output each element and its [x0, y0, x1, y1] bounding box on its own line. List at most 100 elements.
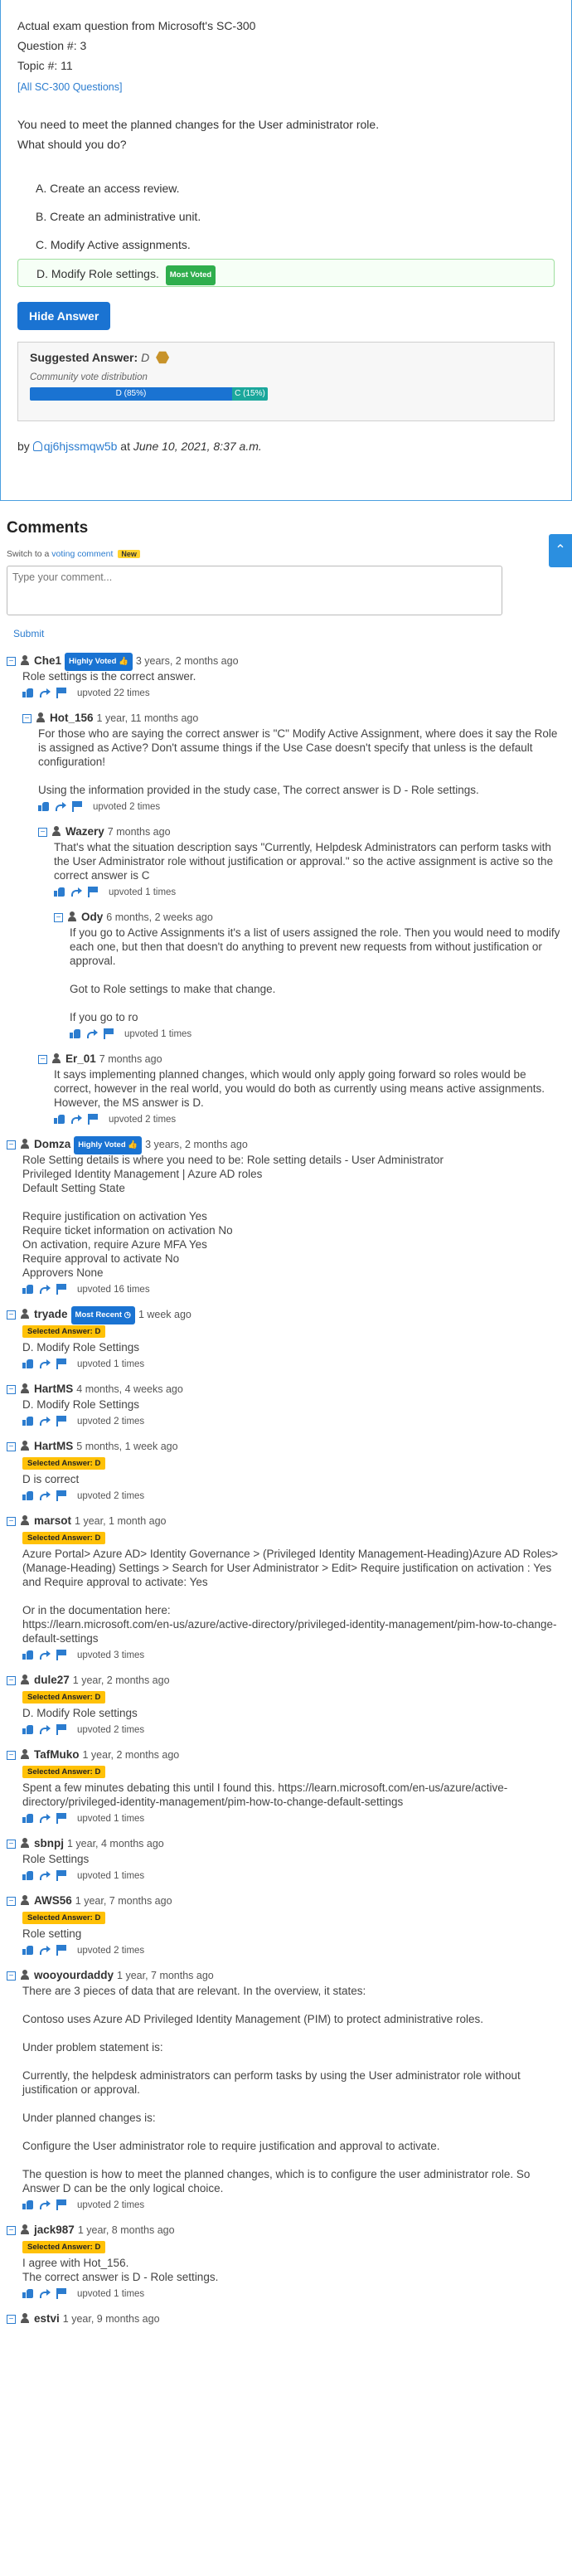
upvote-icon[interactable] [54, 1114, 65, 1124]
upvote-icon[interactable] [22, 1813, 33, 1823]
comment-body: For those who are saying the correct ans… [38, 727, 565, 815]
upvote-icon[interactable] [22, 2288, 33, 2298]
flag-icon[interactable] [56, 1724, 67, 1735]
reply-icon[interactable] [71, 887, 82, 897]
collapse-toggle-icon[interactable]: − [38, 1055, 47, 1064]
reply-icon[interactable] [40, 2289, 51, 2298]
comment-username[interactable]: Ody [81, 911, 103, 923]
reply-icon[interactable] [40, 688, 51, 697]
flag-icon[interactable] [56, 2288, 67, 2299]
upvote-icon[interactable] [22, 1358, 33, 1368]
upvote-icon[interactable] [22, 688, 33, 697]
comment-input[interactable] [7, 566, 502, 615]
comment-username[interactable]: jack987 [34, 2224, 75, 2236]
upvote-icon[interactable] [22, 1416, 33, 1426]
flag-icon[interactable] [56, 2199, 67, 2210]
upvote-icon[interactable] [22, 1870, 33, 1880]
flag-icon[interactable] [56, 1945, 67, 1956]
upvote-icon[interactable] [22, 2199, 33, 2209]
submit-comment-button[interactable]: Submit [13, 628, 565, 639]
flag-icon[interactable] [56, 1416, 67, 1427]
upvote-icon[interactable] [22, 1490, 33, 1500]
upvote-icon[interactable] [22, 1724, 33, 1734]
comment-username[interactable]: Che1 [34, 654, 61, 667]
upvote-icon[interactable] [70, 1028, 80, 1038]
hide-answer-button[interactable]: Hide Answer [17, 302, 111, 330]
choice-b[interactable]: B. Create an administrative unit. [17, 202, 555, 231]
scroll-to-top-button[interactable]: ⌃ [549, 534, 572, 567]
comment-username[interactable]: dule27 [34, 1674, 70, 1686]
collapse-toggle-icon[interactable]: − [54, 913, 63, 922]
all-questions-link[interactable]: [All SC-300 Questions] [17, 81, 122, 93]
flag-icon[interactable] [88, 1114, 99, 1125]
reply-icon[interactable] [71, 1115, 82, 1124]
upvote-icon[interactable] [22, 1284, 33, 1294]
choice-d[interactable]: D. Modify Role settings. Most Voted [17, 259, 555, 287]
reply-icon[interactable] [40, 1650, 51, 1660]
choice-c[interactable]: C. Modify Active assignments. [17, 231, 555, 259]
upvote-count: upvoted 1 times [109, 887, 177, 897]
flag-icon[interactable] [72, 801, 83, 812]
comment-paragraph: The question is how to meet the planned … [22, 2168, 531, 2194]
collapse-toggle-icon[interactable]: − [7, 1385, 16, 1394]
collapse-toggle-icon[interactable]: − [7, 1140, 16, 1149]
collapse-toggle-icon[interactable]: − [7, 2226, 16, 2235]
flag-icon[interactable] [56, 1870, 67, 1881]
collapse-toggle-icon[interactable]: − [7, 1751, 16, 1760]
reply-icon[interactable] [40, 1871, 51, 1880]
collapse-toggle-icon[interactable]: − [7, 1676, 16, 1685]
comment-username[interactable]: Er_01 [65, 1052, 96, 1065]
reply-icon[interactable] [40, 1285, 51, 1294]
reply-icon[interactable] [56, 802, 66, 811]
voting-comment-link[interactable]: voting comment [51, 549, 113, 559]
choice-label: D. Modify Role settings. [36, 267, 159, 280]
comment-username[interactable]: AWS56 [34, 1894, 72, 1907]
comment-username[interactable]: tryade [34, 1308, 68, 1320]
collapse-toggle-icon[interactable]: − [7, 2315, 16, 2324]
flag-icon[interactable] [56, 1813, 67, 1824]
author-link[interactable]: qj6hjssmqw5b [32, 440, 117, 453]
flag-icon[interactable] [104, 1028, 114, 1039]
collapse-toggle-icon[interactable]: − [7, 1442, 16, 1451]
suggested-answer-value: D [141, 351, 150, 364]
reply-icon[interactable] [40, 1725, 51, 1734]
collapse-toggle-icon[interactable]: − [22, 714, 32, 723]
collapse-toggle-icon[interactable]: − [7, 1971, 16, 1981]
comment-username[interactable]: sbnpj [34, 1837, 64, 1849]
collapse-toggle-icon[interactable]: − [7, 657, 16, 666]
flag-icon[interactable] [88, 887, 99, 897]
flag-icon[interactable] [56, 1650, 67, 1660]
flag-icon[interactable] [56, 688, 67, 698]
collapse-toggle-icon[interactable]: − [7, 1840, 16, 1849]
comment-username[interactable]: Wazery [65, 825, 104, 838]
reply-icon[interactable] [40, 1491, 51, 1500]
choice-label: B. Create an administrative unit. [36, 210, 201, 223]
comment-username[interactable]: HartMS [34, 1440, 73, 1452]
comment-username[interactable]: marsot [34, 1514, 71, 1527]
reply-icon[interactable] [40, 1946, 51, 1955]
flag-icon[interactable] [56, 1284, 67, 1295]
reply-icon[interactable] [40, 2200, 51, 2209]
flag-icon[interactable] [56, 1358, 67, 1369]
upvote-icon[interactable] [22, 1945, 33, 1955]
reply-icon[interactable] [40, 1359, 51, 1368]
flag-icon[interactable] [56, 1490, 67, 1501]
collapse-toggle-icon[interactable]: − [38, 828, 47, 837]
comment-username[interactable]: HartMS [34, 1383, 73, 1395]
upvote-icon[interactable] [22, 1650, 33, 1660]
collapse-toggle-icon[interactable]: − [7, 1310, 16, 1320]
reply-icon[interactable] [40, 1814, 51, 1823]
collapse-toggle-icon[interactable]: − [7, 1897, 16, 1906]
reply-icon[interactable] [87, 1029, 98, 1038]
comment-username[interactable]: Hot_156 [50, 712, 94, 724]
upvote-icon[interactable] [38, 801, 49, 811]
comment-username[interactable]: estvi [34, 2312, 60, 2325]
comment-body: Selected Answer: D Azure Portal> Azure AD… [22, 1529, 565, 1664]
reply-icon[interactable] [40, 1417, 51, 1426]
collapse-toggle-icon[interactable]: − [7, 1517, 16, 1526]
comment-username[interactable]: wooyourdaddy [34, 1969, 114, 1981]
upvote-icon[interactable] [54, 887, 65, 897]
comment-username[interactable]: Domza [34, 1138, 70, 1150]
choice-a[interactable]: A. Create an access review. [17, 174, 555, 202]
comment-username[interactable]: TafMuko [34, 1748, 80, 1761]
